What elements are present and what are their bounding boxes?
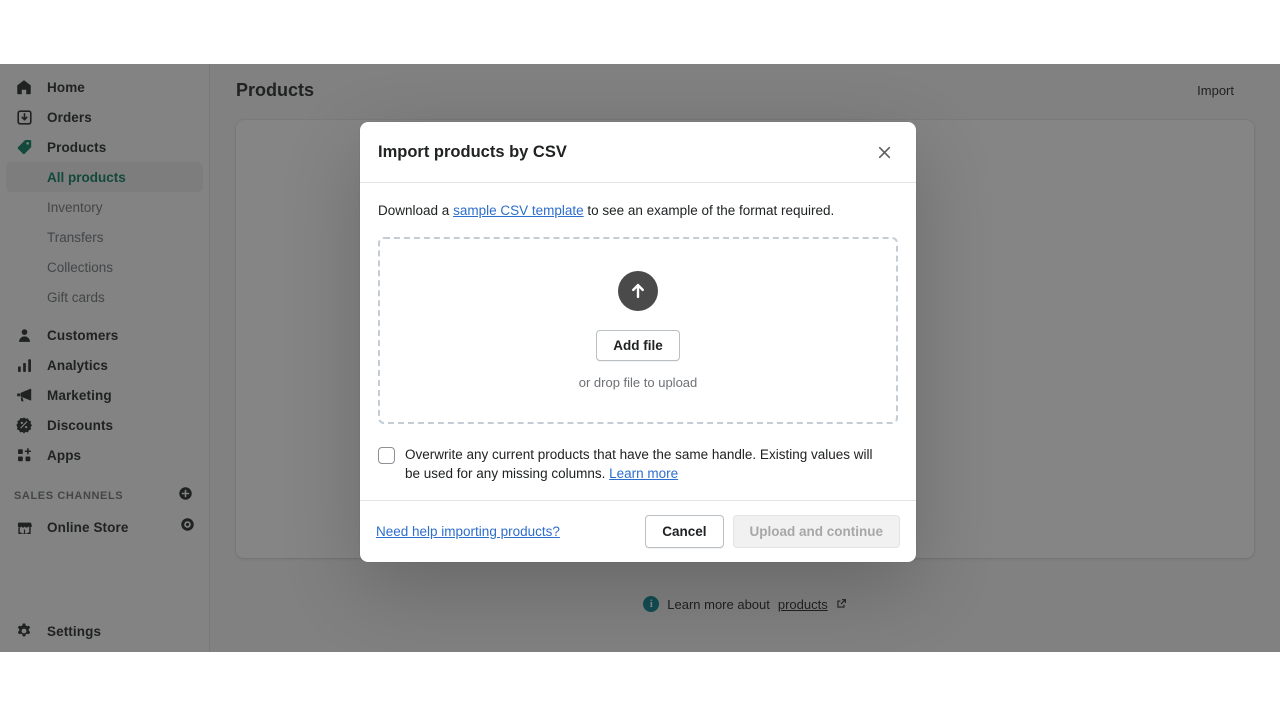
intro-after: to see an example of the format required… <box>583 203 835 218</box>
file-dropzone[interactable]: Add file or drop file to upload <box>378 237 898 425</box>
add-file-button[interactable]: Add file <box>596 330 680 362</box>
app-viewport: Home Orders Products All products Invent… <box>0 64 1280 652</box>
drop-hint-text: or drop file to upload <box>578 375 698 391</box>
cancel-button[interactable]: Cancel <box>645 514 724 548</box>
overwrite-checkbox[interactable] <box>378 447 395 465</box>
upload-and-continue-button[interactable]: Upload and continue <box>732 514 900 548</box>
footer-buttons: Cancel Upload and continue <box>645 514 900 548</box>
learn-more-link[interactable]: Learn more <box>609 466 678 481</box>
overwrite-label: Overwrite any current products that have… <box>405 445 883 483</box>
modal-footer: Need help importing products? Cancel Upl… <box>360 499 916 562</box>
intro-text: Download a sample CSV template to see an… <box>378 201 898 221</box>
upload-arrow-icon <box>618 271 658 312</box>
overwrite-option-row: Overwrite any current products that have… <box>378 445 898 483</box>
modal-title: Import products by CSV <box>378 142 567 161</box>
modal-body: Download a sample CSV template to see an… <box>360 183 916 500</box>
modal-header: Import products by CSV <box>360 122 916 183</box>
sample-csv-template-link[interactable]: sample CSV template <box>453 203 584 218</box>
screen-root: Home Orders Products All products Invent… <box>0 0 1280 720</box>
intro-before: Download a <box>378 203 454 218</box>
close-icon[interactable] <box>870 138 898 166</box>
help-importing-link[interactable]: Need help importing products? <box>376 524 560 539</box>
import-csv-modal: Import products by CSV Download a sample… <box>360 122 916 562</box>
